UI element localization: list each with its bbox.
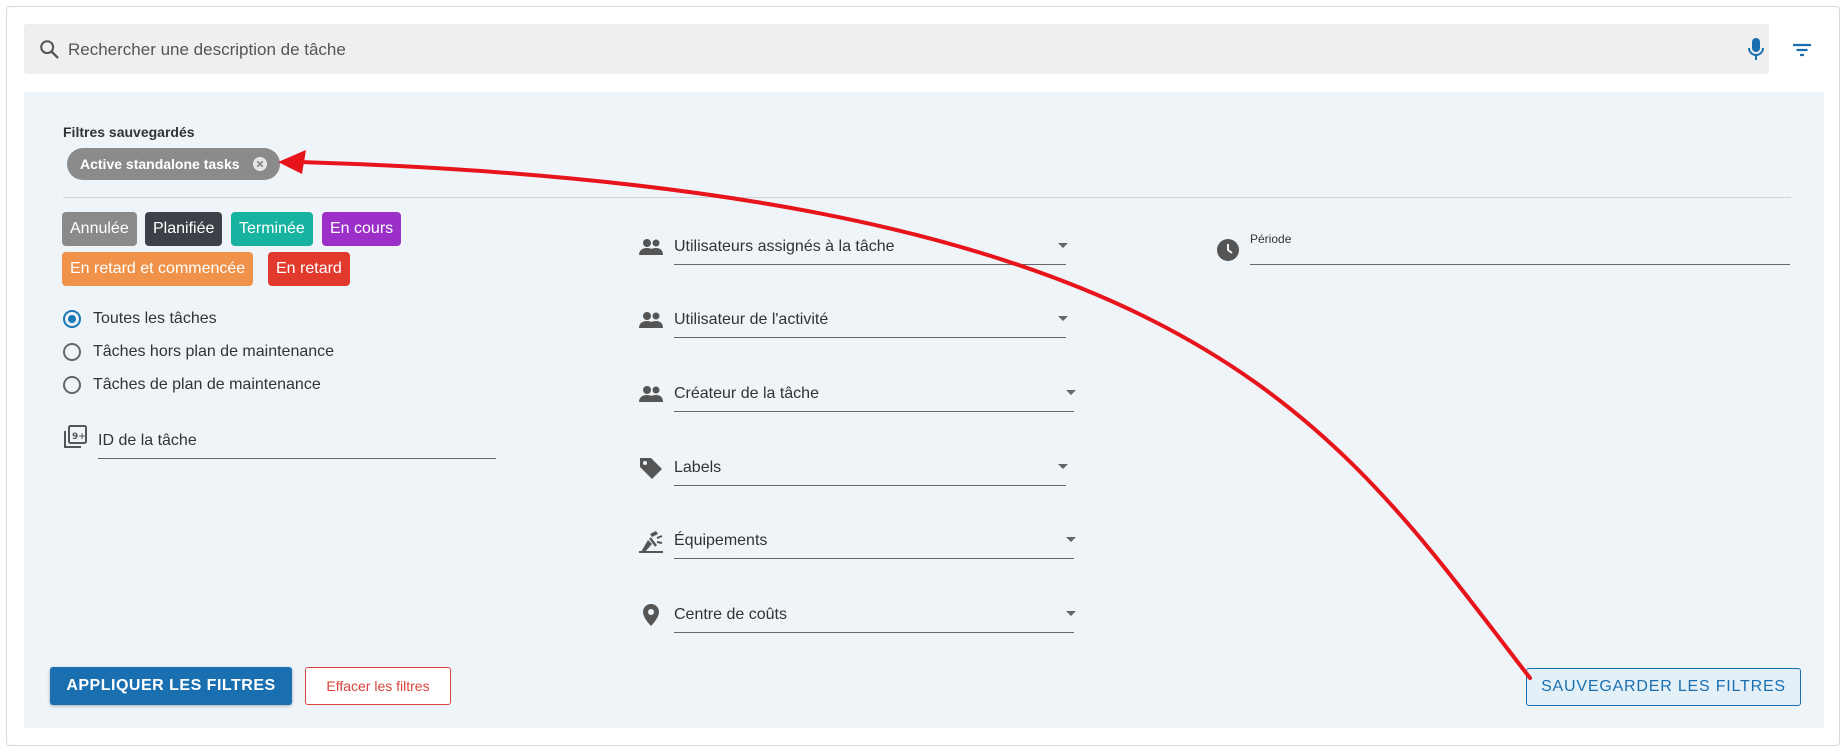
caret-down-icon [1066, 537, 1076, 542]
microphone-icon[interactable] [1744, 36, 1768, 62]
radio-button[interactable] [63, 343, 81, 361]
close-circle-icon[interactable] [252, 156, 268, 172]
caret-down-icon [1066, 390, 1076, 395]
radio-label: Tâches hors plan de maintenance [93, 343, 335, 360]
saved-filters-title: Filtres sauvegardés [63, 124, 195, 140]
dropdown-label: Centre de coûts [674, 606, 787, 623]
search-input[interactable] [66, 32, 1690, 68]
radio-button[interactable] [63, 376, 81, 394]
divider [63, 197, 1791, 198]
status-tag-planifiee[interactable]: Planifiée [145, 212, 223, 246]
dropdown-equipments[interactable]: Équipements [638, 528, 1096, 564]
svg-text:9+: 9+ [72, 432, 86, 442]
apply-filters-button[interactable]: APPLIQUER LES FILTRES [50, 667, 292, 705]
group-icon [639, 239, 663, 255]
dropdown-task-creator[interactable]: Créateur de la tâche [638, 381, 1096, 417]
period-label: Période [1250, 232, 1292, 246]
task-id-field[interactable]: 9+ ID de la tâche [62, 424, 496, 464]
location-pin-icon [643, 604, 659, 626]
dropdown-label: Labels [674, 459, 722, 476]
radio-option-outside-maintenance-plan[interactable]: Tâches hors plan de maintenance [63, 339, 334, 365]
dropdown-assigned-users[interactable]: Utilisateurs assignés à la tâche [638, 234, 1086, 270]
filter-list-icon[interactable] [1790, 38, 1814, 62]
dropdown-underline [674, 455, 1066, 486]
group-icon [639, 386, 663, 402]
tag-icon [640, 458, 662, 479]
equipment-icon [639, 531, 663, 553]
radio-label: Toutes les tâches [93, 310, 217, 327]
save-filters-button[interactable]: SAUVEGARDER LES FILTRES [1526, 668, 1801, 706]
saved-filter-chip-label: Active standalone tasks [80, 156, 240, 172]
dropdown-label: Utilisateur de l'activité [674, 311, 829, 328]
status-tag-annulee[interactable]: Annulée [62, 212, 137, 246]
dropdown-cost-center[interactable]: Centre de coûts [638, 602, 1096, 638]
radio-option-all-tasks[interactable]: Toutes les tâches [63, 306, 217, 332]
status-tag-en-retard[interactable]: En retard [268, 252, 350, 286]
caret-down-icon [1058, 243, 1068, 248]
radio-button[interactable] [63, 310, 81, 328]
dropdown-label: Créateur de la tâche [674, 385, 819, 402]
search-icon [40, 40, 59, 59]
dropdown-label: Utilisateurs assignés à la tâche [674, 238, 895, 255]
status-tag-en-cours[interactable]: En cours [322, 212, 402, 246]
radio-label: Tâches de plan de maintenance [93, 376, 321, 393]
dropdown-labels[interactable]: Labels [638, 455, 1086, 491]
status-tag-en-retard-et-commencee[interactable]: En retard et commencée [62, 252, 254, 286]
caret-down-icon [1066, 611, 1076, 616]
numbered-list-icon: 9+ [64, 425, 87, 448]
clock-icon [1217, 239, 1239, 261]
status-tag-terminee[interactable]: Terminée [231, 212, 313, 246]
clear-filters-button[interactable]: Effacer les filtres [305, 667, 451, 705]
caret-down-icon [1058, 464, 1068, 469]
group-icon [639, 312, 663, 328]
radio-option-maintenance-plan[interactable]: Tâches de plan de maintenance [63, 372, 321, 398]
task-id-label: ID de la tâche [98, 432, 197, 449]
dropdown-label: Équipements [674, 532, 768, 549]
caret-down-icon [1058, 316, 1068, 321]
saved-filter-chip[interactable]: Active standalone tasks [67, 148, 280, 180]
filter-panel: Filtres sauvegardés Active standalone ta… [24, 92, 1824, 728]
dropdown-activity-user[interactable]: Utilisateur de l'activité [638, 307, 1086, 343]
period-input[interactable] [1250, 264, 1790, 265]
search-bar [24, 24, 1769, 74]
